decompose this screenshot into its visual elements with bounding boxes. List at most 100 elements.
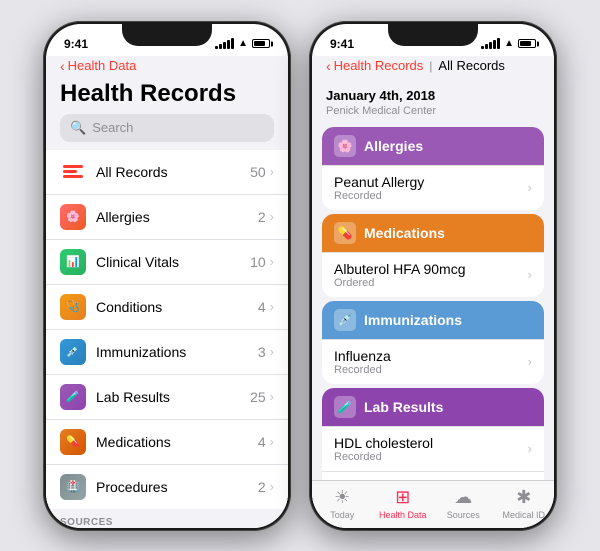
sources-icon-right: ☁ (454, 487, 472, 508)
records-list: All Records 50 › 🌸 Allergies 2 › 📊 Clini… (46, 150, 288, 509)
vitals-icon: 📊 (60, 249, 86, 275)
allergies-header[interactable]: 🌸 Allergies (322, 127, 544, 165)
list-item-lab[interactable]: 🧪 Lab Results 25 › (46, 375, 288, 420)
albuterol-status: Ordered (334, 277, 528, 289)
vitals-chevron: › (270, 254, 274, 269)
list-item-conditions[interactable]: 🩺 Conditions 4 › (46, 285, 288, 330)
time-right: 9:41 (330, 37, 354, 51)
influenza-status: Recorded (334, 364, 528, 376)
search-placeholder: Search (92, 120, 133, 135)
back-chevron-right: ‹ (326, 58, 331, 74)
medications-header-label: Medications (364, 225, 445, 241)
procedures-label: Procedures (96, 479, 258, 495)
immunizations-header-icon: 💉 (334, 309, 356, 331)
all-records-icon (60, 159, 86, 185)
conditions-chevron: › (270, 299, 274, 314)
conditions-icon: 🩺 (60, 294, 86, 320)
peanut-allergy-status: Recorded (334, 190, 528, 202)
list-item-immunizations[interactable]: 💉 Immunizations 3 › (46, 330, 288, 375)
albuterol-chevron: › (528, 267, 532, 282)
phone-right: 9:41 ▲ (309, 21, 557, 531)
sources-header: SOURCES (46, 509, 288, 528)
tab-health-data-right[interactable]: ⊞ Health Data (373, 487, 434, 520)
time-left: 9:41 (64, 37, 88, 51)
screen-left: ‹ Health Data Health Records 🔍 Search (46, 56, 288, 528)
medications-header-icon: 💊 (334, 222, 356, 244)
immunizations-header-label: Immunizations (364, 312, 462, 328)
immunizations-label: Immunizations (96, 344, 258, 360)
tab-sources-label-right: Sources (447, 510, 480, 520)
allergies-label: Allergies (96, 209, 258, 225)
immunizations-header[interactable]: 💉 Immunizations (322, 301, 544, 339)
search-icon: 🔍 (70, 120, 86, 136)
lab-icon: 🧪 (60, 384, 86, 410)
medical-id-icon-right: ✱ (516, 487, 531, 508)
list-item-allergies[interactable]: 🌸 Allergies 2 › (46, 195, 288, 240)
medications-label: Medications (96, 434, 258, 450)
allergies-header-icon: 🌸 (334, 135, 356, 157)
battery-left (252, 39, 270, 48)
list-item-vitals[interactable]: 📊 Clinical Vitals 10 › (46, 240, 288, 285)
hdl-status: Recorded (334, 451, 528, 463)
battery-right (518, 39, 536, 48)
medications-section: 💊 Medications Albuterol HFA 90mcg Ordere… (322, 214, 544, 297)
medications-chevron: › (270, 434, 274, 449)
nav-current: All Records (438, 58, 504, 73)
influenza-row[interactable]: Influenza Recorded › (322, 339, 544, 384)
nav-bar-right: ‹ Health Records | All Records (312, 56, 554, 78)
hdl-name: HDL cholesterol (334, 435, 528, 451)
tab-today-right[interactable]: ☀ Today (312, 487, 373, 520)
all-records-count: 50 (250, 164, 266, 180)
all-records-label: All Records (96, 164, 250, 180)
search-bar[interactable]: 🔍 Search (60, 114, 274, 142)
list-item-procedures[interactable]: 🏥 Procedures 2 › (46, 465, 288, 509)
allergies-header-label: Allergies (364, 138, 423, 154)
notch-left (122, 24, 212, 46)
immunizations-icon: 💉 (60, 339, 86, 365)
medications-header[interactable]: 💊 Medications (322, 214, 544, 252)
tab-bar-right: ☀ Today ⊞ Health Data ☁ Sources ✱ Medica… (312, 480, 554, 528)
nav-bar-left: ‹ Health Data (46, 56, 288, 78)
source-label: Penick Medical Center (312, 105, 554, 123)
date-label: January 4th, 2018 (312, 82, 554, 105)
back-button-left[interactable]: ‹ Health Data (60, 58, 274, 74)
medications-icon: 💊 (60, 429, 86, 455)
health-data-icon-right: ⊞ (395, 487, 410, 508)
tab-today-label-right: Today (330, 510, 354, 520)
all-records-chevron: › (270, 164, 274, 179)
back-label-right: Health Records (334, 58, 424, 73)
tab-medical-id-right[interactable]: ✱ Medical ID (494, 487, 555, 520)
back-label-left: Health Data (68, 58, 137, 73)
peanut-allergy-row[interactable]: Peanut Allergy Recorded › (322, 165, 544, 210)
phone-left: 9:41 ▲ (43, 21, 291, 531)
immunizations-chevron: › (270, 344, 274, 359)
back-chevron-left: ‹ (60, 58, 65, 74)
albuterol-row[interactable]: Albuterol HFA 90mcg Ordered › (322, 252, 544, 297)
procedures-icon: 🏥 (60, 474, 86, 500)
wifi-icon-right: ▲ (504, 38, 514, 49)
allergies-count: 2 (258, 209, 266, 225)
procedures-count: 2 (258, 479, 266, 495)
immunizations-section: 💉 Immunizations Influenza Recorded › (322, 301, 544, 384)
list-item-medications[interactable]: 💊 Medications 4 › (46, 420, 288, 465)
allergies-section: 🌸 Allergies Peanut Allergy Recorded › (322, 127, 544, 210)
list-item-all-records[interactable]: All Records 50 › (46, 150, 288, 195)
influenza-name: Influenza (334, 348, 528, 364)
peanut-allergy-name: Peanut Allergy (334, 174, 528, 190)
tab-sources-right[interactable]: ☁ Sources (433, 487, 494, 520)
tab-health-data-label-right: Health Data (379, 510, 427, 520)
conditions-label: Conditions (96, 299, 258, 315)
hdl-row[interactable]: HDL cholesterol Recorded › (322, 426, 544, 471)
medications-count: 4 (258, 434, 266, 450)
status-icons-left: ▲ (215, 38, 270, 49)
records-scroll: January 4th, 2018 Penick Medical Center … (312, 78, 554, 480)
lab-count: 25 (250, 389, 266, 405)
labresults-header[interactable]: 🧪 Lab Results (322, 388, 544, 426)
signal-right (481, 39, 500, 49)
procedures-chevron: › (270, 479, 274, 494)
back-button-right[interactable]: ‹ Health Records (326, 58, 423, 74)
influenza-chevron: › (528, 354, 532, 369)
signal-left (215, 39, 234, 49)
hdl-value-row: 53.5 mg/dL 50 60 (322, 471, 544, 480)
vitals-count: 10 (250, 254, 266, 270)
